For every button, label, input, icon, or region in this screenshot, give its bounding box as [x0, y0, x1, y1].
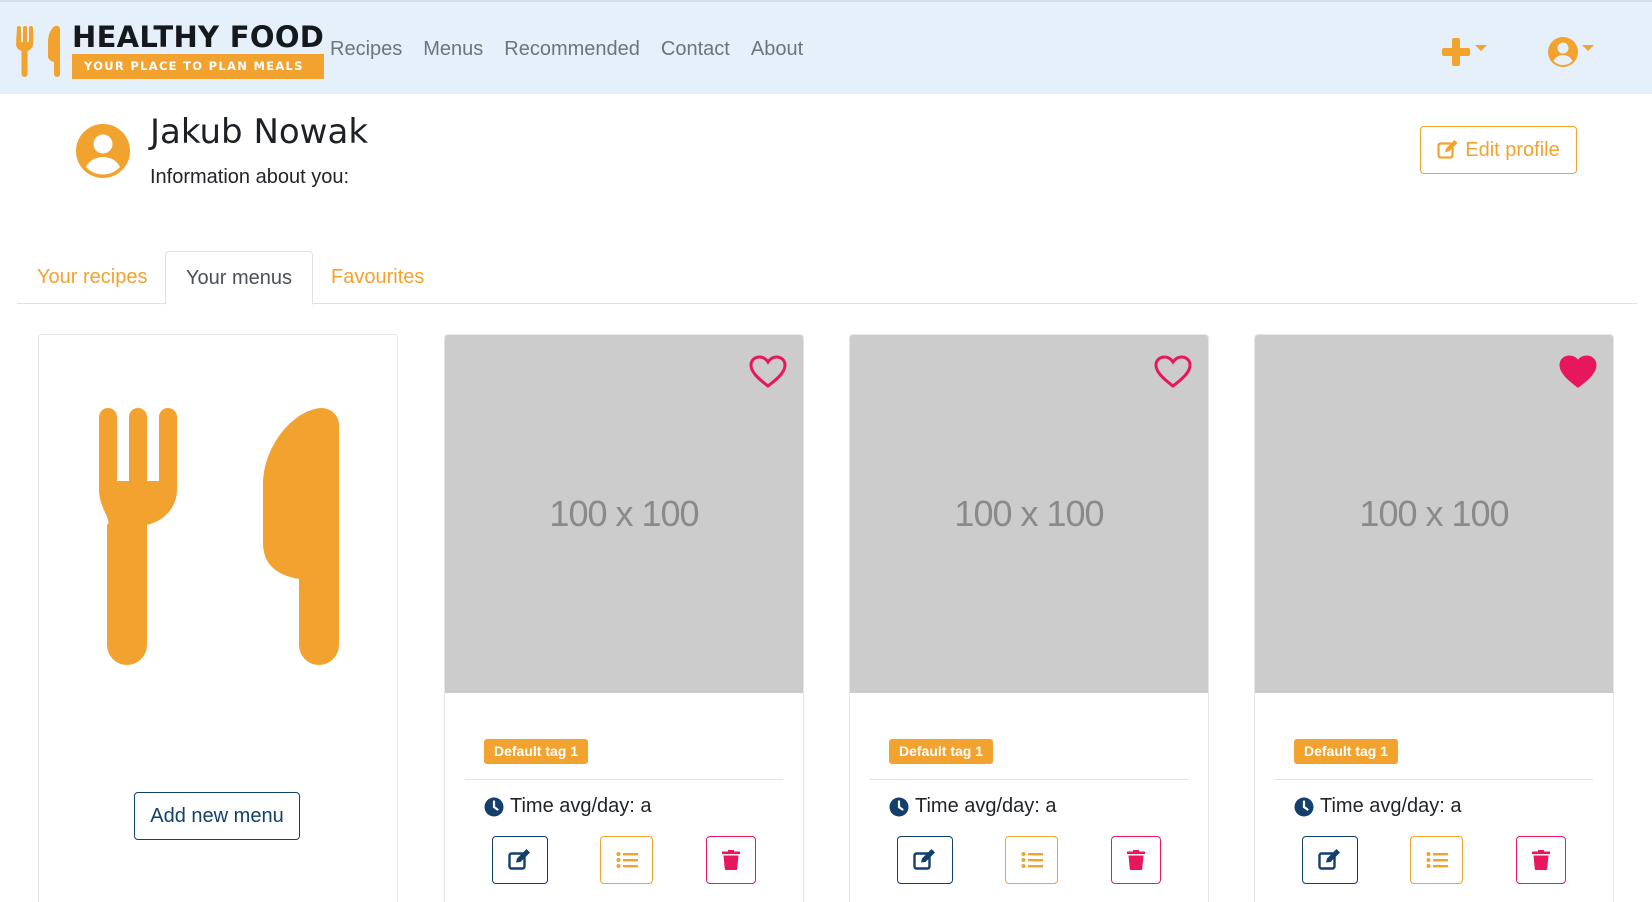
- edit-menu-button[interactable]: [897, 836, 953, 884]
- nav-link-recipes[interactable]: Recipes: [330, 38, 402, 61]
- tab-your-recipes[interactable]: Your recipes: [17, 251, 167, 304]
- trash-icon: [1127, 850, 1145, 870]
- add-menu-card: Add new menu: [38, 334, 398, 902]
- nav-links: Recipes Menus Recommended Contact About: [330, 38, 824, 61]
- edit-menu-button[interactable]: [492, 836, 548, 884]
- image-placeholder-text: 100 x 100: [1359, 493, 1509, 534]
- image-placeholder-text: 100 x 100: [549, 493, 699, 534]
- chevron-down-icon: [1475, 45, 1487, 51]
- time-avg-row: Time avg/day: a: [1294, 795, 1462, 818]
- nav-link-menus[interactable]: Menus: [423, 38, 483, 61]
- time-avg-label: Time avg/day: a: [510, 795, 652, 817]
- card-divider: [465, 779, 783, 780]
- time-avg-row: Time avg/day: a: [484, 795, 652, 818]
- add-new-menu-button[interactable]: Add new menu: [134, 792, 300, 840]
- card-divider: [870, 779, 1188, 780]
- edit-profile-label: Edit profile: [1465, 138, 1560, 161]
- user-avatar-icon: [76, 124, 130, 178]
- menu-card[interactable]: 100 x 100 Default tag 1 Time avg/day: a: [444, 334, 804, 902]
- edit-icon: [1437, 140, 1458, 159]
- fork-knife-icon: [99, 407, 339, 665]
- time-avg-row: Time avg/day: a: [889, 795, 1057, 818]
- menu-details-button[interactable]: [600, 836, 653, 884]
- navbar: HEALTHY FOOD YOUR PLACE TO PLAN MEALS Re…: [0, 0, 1652, 94]
- heart-outline-icon[interactable]: [749, 355, 787, 389]
- edit-profile-button[interactable]: Edit profile: [1420, 126, 1577, 174]
- menu-details-button[interactable]: [1005, 836, 1058, 884]
- trash-icon: [1532, 850, 1550, 870]
- clock-icon: [1294, 797, 1314, 816]
- tab-your-menus[interactable]: Your menus: [165, 251, 313, 305]
- menu-details-button[interactable]: [1410, 836, 1463, 884]
- menu-card[interactable]: 100 x 100 Default tag 1 Time avg/day: a: [1254, 334, 1614, 902]
- user-dropdown-toggle[interactable]: [1547, 32, 1594, 72]
- menu-tag: Default tag 1: [1294, 739, 1399, 764]
- brand-title: HEALTHY FOOD: [72, 20, 325, 54]
- add-dropdown-toggle[interactable]: [1440, 32, 1487, 72]
- trash-icon: [722, 850, 740, 870]
- delete-menu-button[interactable]: [1111, 836, 1161, 884]
- list-icon: [616, 852, 638, 868]
- brand-logo[interactable]: HEALTHY FOOD YOUR PLACE TO PLAN MEALS: [14, 20, 325, 79]
- clock-icon: [484, 797, 504, 816]
- list-icon: [1021, 852, 1043, 868]
- edit-icon: [913, 849, 935, 870]
- delete-menu-button[interactable]: [706, 836, 756, 884]
- list-icon: [1426, 852, 1448, 868]
- edit-icon: [508, 849, 530, 870]
- nav-link-contact[interactable]: Contact: [661, 38, 730, 61]
- profile-info-label: Information about you:: [150, 166, 350, 188]
- profile-name: Jakub Nowak: [150, 112, 369, 152]
- edit-icon: [1318, 849, 1340, 870]
- heart-filled-icon[interactable]: [1559, 355, 1597, 389]
- edit-menu-button[interactable]: [1302, 836, 1358, 884]
- time-avg-label: Time avg/day: a: [915, 795, 1057, 817]
- profile-tabs: Your recipes Your menus Favourites: [17, 251, 1637, 305]
- menu-card[interactable]: 100 x 100 Default tag 1 Time avg/day: a: [849, 334, 1209, 902]
- fork-knife-icon: [16, 25, 60, 77]
- delete-menu-button[interactable]: [1516, 836, 1566, 884]
- card-divider: [1275, 779, 1593, 780]
- plus-icon: [1442, 38, 1470, 66]
- chevron-down-icon: [1582, 45, 1594, 51]
- time-avg-label: Time avg/day: a: [1320, 795, 1462, 817]
- nav-link-about[interactable]: About: [751, 38, 803, 61]
- brand-subtitle: YOUR PLACE TO PLAN MEALS: [72, 54, 325, 79]
- clock-icon: [889, 797, 909, 816]
- heart-outline-icon[interactable]: [1154, 355, 1192, 389]
- nav-link-recommended[interactable]: Recommended: [504, 38, 640, 61]
- menu-tag: Default tag 1: [889, 739, 994, 764]
- user-circle-icon: [1548, 37, 1578, 67]
- image-placeholder-text: 100 x 100: [954, 493, 1104, 534]
- tab-favourites[interactable]: Favourites: [311, 251, 444, 304]
- menu-tag: Default tag 1: [484, 739, 589, 764]
